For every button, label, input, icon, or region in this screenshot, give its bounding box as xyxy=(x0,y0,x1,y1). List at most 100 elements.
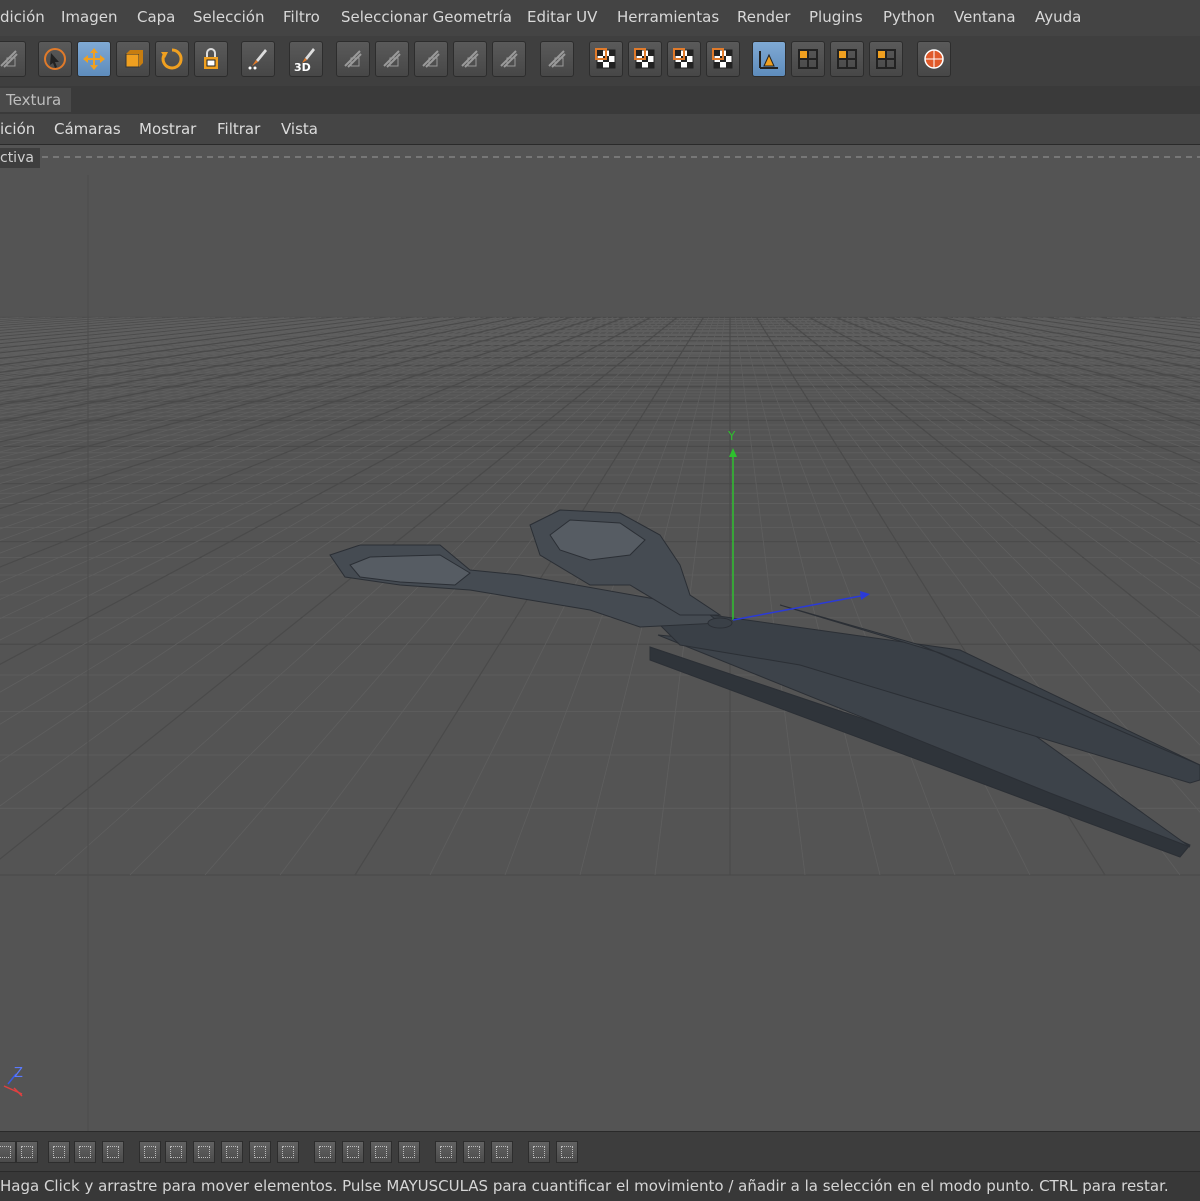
status-bar: Haga Click y arrastre para mover element… xyxy=(0,1171,1200,1201)
layout-3-icon xyxy=(876,49,896,69)
bottom-tool-button-6[interactable] xyxy=(165,1141,187,1163)
y-axis-label: Y xyxy=(727,429,736,443)
bottom-tool-button-5[interactable] xyxy=(139,1141,161,1163)
uv-tool-icon xyxy=(440,1146,452,1158)
toolbar-button-15[interactable] xyxy=(628,41,662,77)
toolbar-button-13[interactable] xyxy=(540,41,574,77)
bottom-tool-button-13[interactable] xyxy=(370,1141,392,1163)
toolbar-button-5[interactable] xyxy=(194,41,228,77)
toolbar-button-6[interactable] xyxy=(241,41,275,77)
scale-icon xyxy=(125,50,143,68)
toolbar-button-11[interactable] xyxy=(453,41,487,77)
menu-bar: dición Imagen Capa Selección Filtro Seleccion… xyxy=(0,0,1200,37)
toolbar-button-17[interactable] xyxy=(706,41,740,77)
viewport-menu-bar: ición Cámaras Mostrar Filtrar Vista xyxy=(0,114,1200,145)
bottom-tool-button-10[interactable] xyxy=(277,1141,299,1163)
bottom-tool-button-15[interactable] xyxy=(435,1141,457,1163)
uv-tool-icon xyxy=(319,1146,331,1158)
menu-item-0[interactable]: dición xyxy=(0,8,45,26)
toolbar-button-9[interactable] xyxy=(375,41,409,77)
bottom-tool-button-8[interactable] xyxy=(221,1141,243,1163)
menu-item-1[interactable]: Imagen xyxy=(61,8,117,26)
menu-item-2[interactable]: Capa xyxy=(137,8,175,26)
live-selection-icon xyxy=(44,48,66,70)
bottom-tool-button-19[interactable] xyxy=(556,1141,578,1163)
uv-tool-icon xyxy=(79,1146,91,1158)
status-text: Haga Click y arrastre para mover element… xyxy=(0,1177,1169,1195)
toolbar-button-7[interactable]: 3D xyxy=(289,41,323,77)
view-menu-item-1[interactable]: Cámaras xyxy=(54,120,121,138)
view-menu-item-4[interactable]: Vista xyxy=(281,120,318,138)
viewport-scene[interactable]: YZ xyxy=(0,145,1200,1131)
uv-tool-icon xyxy=(226,1146,238,1158)
bottom-tool-button-17[interactable] xyxy=(491,1141,513,1163)
toolbar-button-14[interactable] xyxy=(589,41,623,77)
bottom-tool-button-3[interactable] xyxy=(74,1141,96,1163)
bottom-tool-button-12[interactable] xyxy=(342,1141,364,1163)
menu-item-5[interactable]: Seleccionar Geometría xyxy=(341,8,512,26)
view-menu-item-3[interactable]: Filtrar xyxy=(217,120,260,138)
view-menu-item-2[interactable]: Mostrar xyxy=(139,120,196,138)
bottom-tool-button-7[interactable] xyxy=(193,1141,215,1163)
uv-brush-5-icon xyxy=(500,50,518,68)
menu-item-7[interactable]: Herramientas xyxy=(617,8,719,26)
toolbar-button-20[interactable] xyxy=(830,41,864,77)
toolbar-button-4[interactable] xyxy=(155,41,189,77)
toolbar-button-3[interactable] xyxy=(116,41,150,77)
uv-tool-icon xyxy=(21,1146,33,1158)
bottom-tool-button-14[interactable] xyxy=(398,1141,420,1163)
uv-tool-icon xyxy=(375,1146,387,1158)
menu-item-3[interactable]: Selección xyxy=(193,8,265,26)
svg-text:3D: 3D xyxy=(294,61,311,72)
toolbar-button-10[interactable] xyxy=(414,41,448,77)
bottom-tool-button-11[interactable] xyxy=(314,1141,336,1163)
uv-tool-icon xyxy=(0,1146,11,1158)
partial-tool-icon xyxy=(0,50,18,68)
bottom-toolbar xyxy=(0,1131,1200,1172)
bottom-tool-button-18[interactable] xyxy=(528,1141,550,1163)
toolbar-button-1[interactable] xyxy=(38,41,72,77)
bottom-tool-button-16[interactable] xyxy=(463,1141,485,1163)
layout-2-icon xyxy=(837,49,857,69)
pivot-screw xyxy=(707,617,733,629)
paint-3d-icon: 3D xyxy=(294,48,315,72)
uv-tool-icon xyxy=(144,1146,156,1158)
bottom-tool-button-9[interactable] xyxy=(249,1141,271,1163)
uv-tool-icon xyxy=(468,1146,480,1158)
paint-brush-icon xyxy=(248,49,267,70)
bottom-tool-button-2[interactable] xyxy=(48,1141,70,1163)
toolbar-button-22[interactable] xyxy=(917,41,951,77)
tab-row: Textura xyxy=(0,86,1200,115)
menu-item-9[interactable]: Plugins xyxy=(809,8,863,26)
lock-axis-icon xyxy=(204,48,218,69)
menu-item-12[interactable]: Ayuda xyxy=(1035,8,1081,26)
tab-textura[interactable]: Textura xyxy=(0,88,72,112)
toolbar-button-0[interactable] xyxy=(0,41,26,77)
toolbar-button-16[interactable] xyxy=(667,41,701,77)
checker-1-icon xyxy=(595,48,616,69)
uv-tool-icon xyxy=(254,1146,266,1158)
toolbar-button-2[interactable] xyxy=(77,41,111,77)
scissors-model[interactable] xyxy=(329,509,1200,858)
toolbar-button-21[interactable] xyxy=(869,41,903,77)
sky-area xyxy=(0,145,1200,295)
bottom-tool-button-1[interactable] xyxy=(16,1141,38,1163)
menu-item-8[interactable]: Render xyxy=(737,8,790,26)
3d-viewport[interactable]: YZ ctiva xyxy=(0,145,1200,1131)
menu-item-10[interactable]: Python xyxy=(883,8,935,26)
world-z-label: Z xyxy=(14,1066,23,1081)
bottom-tool-button-4[interactable] xyxy=(102,1141,124,1163)
menu-item-4[interactable]: Filtro xyxy=(283,8,320,26)
move-icon xyxy=(83,48,105,70)
bottom-tool-button-0[interactable] xyxy=(0,1141,16,1163)
toolbar-button-8[interactable] xyxy=(336,41,370,77)
toolbar-button-18[interactable] xyxy=(752,41,786,77)
uv-tool-icon xyxy=(53,1146,65,1158)
menu-item-11[interactable]: Ventana xyxy=(954,8,1016,26)
toolbar-button-19[interactable] xyxy=(791,41,825,77)
view-menu-item-0[interactable]: ición xyxy=(0,120,35,138)
toolbar-button-12[interactable] xyxy=(492,41,526,77)
menu-item-6[interactable]: Editar UV xyxy=(527,8,597,26)
uv-tool-icon xyxy=(496,1146,508,1158)
uv-brush-2-icon xyxy=(383,50,401,68)
